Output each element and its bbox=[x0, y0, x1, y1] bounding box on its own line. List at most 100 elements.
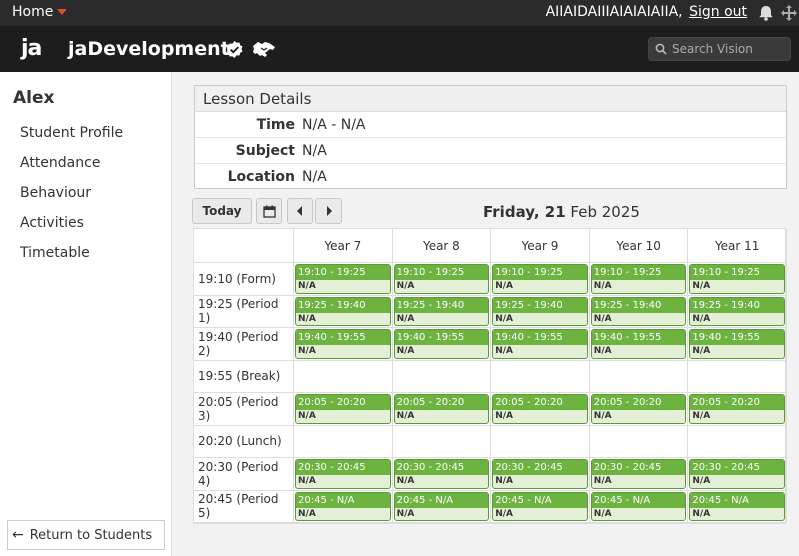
verified-badge-icon bbox=[226, 41, 243, 58]
lesson-subject: N/A bbox=[692, 411, 711, 421]
lesson-block[interactable]: 20:45 - N/A N/A bbox=[689, 491, 785, 521]
sidebar-item-student-profile[interactable]: Student Profile bbox=[20, 125, 123, 155]
lesson-time: 19:25 - 19:40 bbox=[493, 297, 587, 313]
lesson-block[interactable]: 20:45 - N/A N/A bbox=[295, 491, 391, 521]
lesson-block[interactable]: 20:30 - 20:45 N/A bbox=[393, 459, 490, 489]
lesson-block[interactable]: 20:05 - 20:20 N/A bbox=[492, 394, 588, 424]
timetable-cell: 19:25 - 19:40 N/A bbox=[589, 295, 689, 328]
lesson-time: 20:30 - 20:45 bbox=[296, 460, 390, 475]
lesson-time: 20:45 - N/A bbox=[493, 492, 587, 508]
lesson-block[interactable]: 19:25 - 19:40 N/A bbox=[295, 296, 391, 326]
detail-value: N/A bbox=[302, 142, 327, 159]
previous-day-button[interactable] bbox=[287, 198, 313, 224]
lesson-time: 20:05 - 20:20 bbox=[591, 395, 686, 410]
timetable-cell bbox=[589, 425, 689, 458]
lesson-subject: N/A bbox=[298, 411, 316, 421]
lesson-block[interactable]: 19:40 - 19:55 N/A bbox=[295, 329, 391, 359]
lesson-subject: N/A bbox=[298, 508, 316, 519]
next-day-button[interactable] bbox=[315, 198, 342, 224]
lesson-block[interactable]: 20:30 - 20:45 N/A bbox=[689, 459, 785, 489]
lesson-block[interactable]: 19:40 - 19:55 N/A bbox=[689, 329, 785, 359]
lesson-block[interactable]: 20:05 - 20:20 N/A bbox=[295, 394, 391, 424]
lesson-details-title: Lesson Details bbox=[195, 86, 786, 112]
detail-value: N/A - N/A bbox=[302, 116, 366, 133]
lesson-block[interactable]: 19:40 - 19:55 N/A bbox=[590, 329, 687, 359]
lesson-block[interactable]: 19:10 - 19:25 N/A bbox=[295, 264, 391, 294]
sidebar-item-timetable[interactable]: Timetable bbox=[20, 245, 123, 275]
lesson-subject: N/A bbox=[298, 281, 316, 291]
lesson-block[interactable]: 19:25 - 19:40 N/A bbox=[590, 296, 687, 326]
column-header: Year 8 bbox=[392, 229, 492, 263]
return-label: Return to Students bbox=[29, 527, 153, 543]
lesson-subject: N/A bbox=[495, 313, 513, 324]
lesson-block[interactable]: 20:45 - N/A N/A bbox=[393, 491, 490, 521]
home-menu[interactable]: Home bbox=[12, 4, 68, 20]
lesson-time: 19:25 - 19:40 bbox=[394, 297, 489, 313]
sign-out-link[interactable]: Sign out bbox=[689, 4, 747, 20]
lesson-block[interactable]: 20:30 - 20:45 N/A bbox=[492, 459, 588, 489]
lesson-block[interactable]: 19:10 - 19:25 N/A bbox=[590, 264, 687, 294]
sidebar-item-activities[interactable]: Activities bbox=[20, 215, 123, 245]
move-icon[interactable] bbox=[780, 4, 798, 22]
timetable-cell: 19:40 - 19:55 N/A bbox=[491, 328, 590, 361]
detail-label: Subject bbox=[235, 142, 295, 159]
timetable-cell bbox=[688, 360, 787, 393]
today-button[interactable]: Today bbox=[192, 198, 252, 224]
return-to-students-button[interactable]: ← Return to Students bbox=[7, 520, 165, 550]
lesson-time: 19:40 - 19:55 bbox=[296, 330, 390, 345]
caret-left-icon bbox=[297, 206, 302, 216]
caret-right-icon bbox=[326, 206, 332, 216]
lesson-block[interactable]: 20:45 - N/A N/A bbox=[492, 491, 588, 521]
lesson-block[interactable]: 20:05 - 20:20 N/A bbox=[689, 394, 785, 424]
lesson-time: 20:45 - N/A bbox=[296, 492, 390, 508]
lesson-time: 19:40 - 19:55 bbox=[394, 330, 489, 345]
lesson-time: 19:25 - 19:40 bbox=[296, 297, 390, 313]
app-logo[interactable]: ja bbox=[21, 36, 42, 61]
search-input[interactable] bbox=[672, 41, 787, 57]
timetable-cell bbox=[392, 425, 492, 458]
timetable-cell: 20:05 - 20:20 N/A bbox=[392, 393, 492, 426]
timetable-cell: 20:45 - N/A N/A bbox=[392, 490, 492, 523]
lesson-block[interactable]: 19:25 - 19:40 N/A bbox=[492, 296, 588, 326]
lesson-block[interactable]: 20:45 - N/A N/A bbox=[590, 491, 687, 521]
timetable-cell: 19:10 - 19:25 N/A bbox=[491, 263, 590, 296]
period-label: 20:05 (Period 3) bbox=[194, 393, 294, 426]
lesson-subject: N/A bbox=[495, 476, 513, 486]
period-label: 19:25 (Period 1) bbox=[194, 295, 294, 328]
sidebar-item-behaviour[interactable]: Behaviour bbox=[20, 185, 123, 215]
timetable-cell: 20:45 - N/A N/A bbox=[589, 490, 689, 523]
lesson-block[interactable]: 19:40 - 19:55 N/A bbox=[393, 329, 490, 359]
lesson-time: 20:30 - 20:45 bbox=[493, 460, 587, 475]
column-header: Year 10 bbox=[589, 229, 689, 263]
lesson-block[interactable]: 19:40 - 19:55 N/A bbox=[492, 329, 588, 359]
lesson-block[interactable]: 19:10 - 19:25 N/A bbox=[492, 264, 588, 294]
lesson-block[interactable]: 19:25 - 19:40 N/A bbox=[689, 296, 785, 326]
search-box[interactable] bbox=[648, 37, 791, 61]
lesson-block[interactable]: 19:10 - 19:25 N/A bbox=[393, 264, 490, 294]
lesson-block[interactable]: 20:30 - 20:45 N/A bbox=[295, 459, 391, 489]
lesson-block[interactable]: 19:25 - 19:40 N/A bbox=[393, 296, 490, 326]
timetable-cell: 20:45 - N/A N/A bbox=[688, 490, 787, 523]
lesson-block[interactable]: 20:05 - 20:20 N/A bbox=[590, 394, 687, 424]
timetable-cell: 19:40 - 19:55 N/A bbox=[688, 328, 787, 361]
lesson-block[interactable]: 19:10 - 19:25 N/A bbox=[689, 264, 785, 294]
lesson-time: 20:05 - 20:20 bbox=[296, 395, 390, 410]
lesson-time: 19:10 - 19:25 bbox=[591, 265, 686, 280]
calendar-icon bbox=[262, 205, 276, 218]
timetable-cell: 19:25 - 19:40 N/A bbox=[491, 295, 590, 328]
lesson-subject: N/A bbox=[692, 346, 711, 356]
lesson-subject: N/A bbox=[396, 411, 415, 421]
lesson-block[interactable]: 20:05 - 20:20 N/A bbox=[393, 394, 490, 424]
lesson-subject: N/A bbox=[396, 281, 415, 291]
lesson-time: 19:40 - 19:55 bbox=[690, 330, 784, 345]
sidebar-item-attendance[interactable]: Attendance bbox=[20, 155, 123, 185]
lesson-subject: N/A bbox=[692, 476, 711, 486]
lesson-block[interactable]: 20:30 - 20:45 N/A bbox=[590, 459, 687, 489]
calendar-button[interactable] bbox=[256, 198, 282, 224]
lesson-subject: N/A bbox=[396, 346, 415, 356]
lesson-subject: N/A bbox=[593, 476, 612, 486]
header-corner bbox=[194, 229, 294, 263]
timetable-cell: 19:25 - 19:40 N/A bbox=[688, 295, 787, 328]
timetable-cell: 19:25 - 19:40 N/A bbox=[294, 295, 393, 328]
bell-icon[interactable] bbox=[757, 4, 775, 22]
